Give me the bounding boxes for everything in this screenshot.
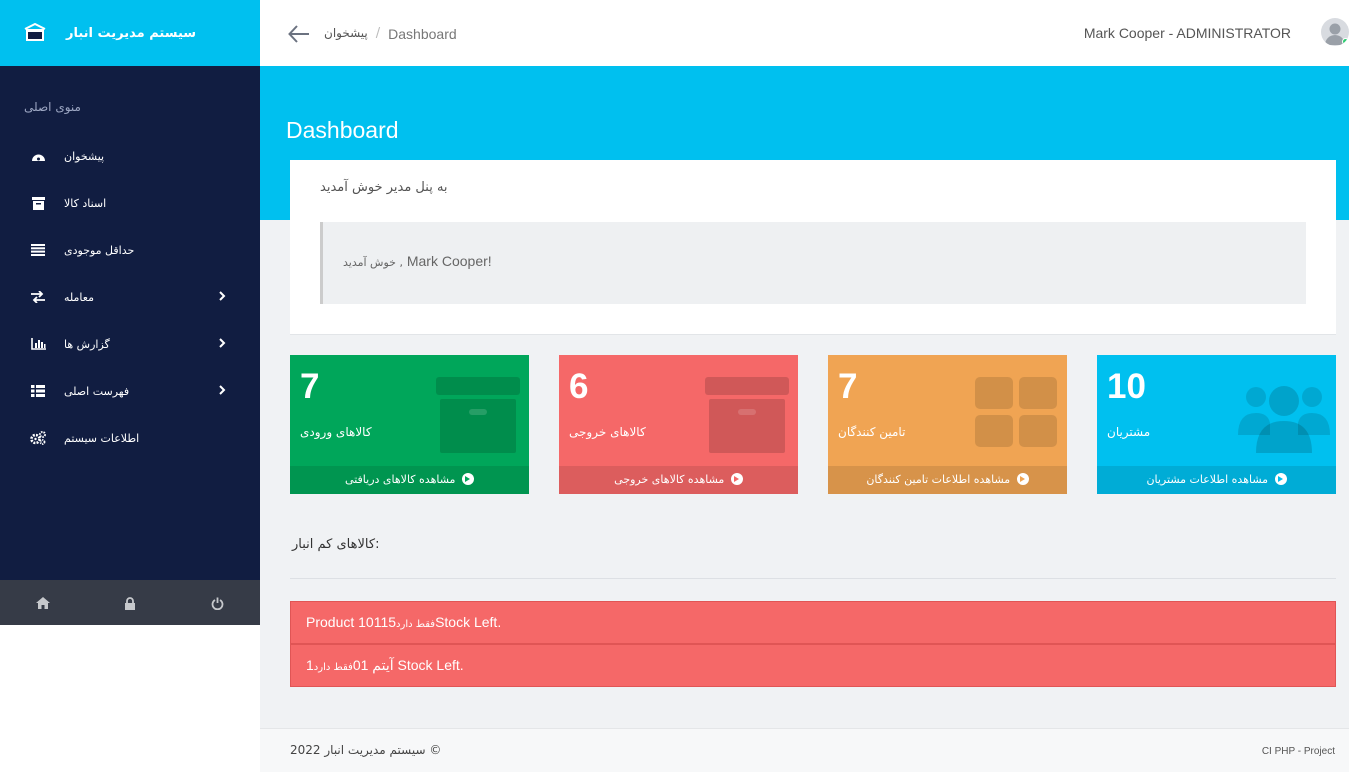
lock-icon[interactable] <box>120 593 140 613</box>
breadcrumb-current: Dashboard <box>388 26 457 42</box>
sidebar-item-transaction[interactable]: معامله <box>0 277 260 317</box>
sidebar-item-dashboard[interactable]: پیشخوان <box>0 136 260 176</box>
th-large-icon <box>969 375 1059 455</box>
stat-value: 10 <box>1107 367 1146 406</box>
stat-label: مشتریان <box>1107 425 1151 439</box>
welcome-callout: خوش آمدید , Mark Cooper! <box>320 222 1306 304</box>
warehouse-logo-icon <box>24 23 46 43</box>
chevron-right-icon <box>218 384 226 398</box>
bar-chart-icon <box>30 336 46 352</box>
stat-box-outgoing: 6 کالاهای خروجی مشاهده کالاهای خروجی <box>559 355 798 494</box>
welcome-card: به پنل مدیر خوش آمدید خوش آمدید , Mark C… <box>290 160 1336 335</box>
stat-more-link[interactable]: مشاهده اطلاعات تامین کنندگان <box>828 466 1067 494</box>
arrow-circle-icon <box>1016 473 1029 485</box>
user-name[interactable]: Mark Cooper - ADMINISTRATOR <box>1084 25 1291 41</box>
stat-value: 7 <box>838 367 858 406</box>
breadcrumb-separator: / <box>375 26 381 41</box>
menu-heading: منوی اصلی <box>24 100 81 114</box>
sidebar-item-label: گزارش ها <box>64 337 110 351</box>
sidebar-item-label: معامله <box>64 290 94 304</box>
cogs-icon <box>30 430 46 446</box>
avatar[interactable] <box>1321 18 1349 46</box>
stat-value: 7 <box>300 367 320 406</box>
stat-more-link[interactable]: مشاهده اطلاعات مشتریان <box>1097 466 1336 494</box>
sidebar-item-label: فهرست اصلی <box>64 384 130 398</box>
greeting-prefix: خوش آمدید , <box>343 256 403 269</box>
sidebar-item-documents[interactable]: اسناد کالا <box>0 183 260 223</box>
archive-icon <box>431 375 521 455</box>
power-icon[interactable] <box>207 593 227 613</box>
welcome-title: به پنل مدیر خوش آمدید <box>320 180 448 195</box>
exchange-icon <box>30 289 46 305</box>
brand-title[interactable]: سیستم مدیریت انبار <box>66 26 196 41</box>
page-title: Dashboard <box>286 117 399 143</box>
chevron-right-icon <box>218 337 226 351</box>
footer-project: CI PHP - Project <box>1261 746 1335 757</box>
sidebar-item-label: پیشخوان <box>64 149 105 163</box>
low-stock-title: کالاهای کم انبار: <box>292 537 380 552</box>
breadcrumb-home[interactable]: پیشخوان <box>324 26 368 42</box>
stat-label: کالاهای خروجی <box>569 425 646 439</box>
divider <box>290 578 1336 579</box>
stat-value: 6 <box>569 367 589 406</box>
alert-note: فقط دارد <box>396 619 436 630</box>
alert-product: آیتم 01 <box>352 657 394 673</box>
stat-label: تامین کنندگان <box>838 425 906 439</box>
back-arrow-icon[interactable] <box>288 24 310 44</box>
alert-suffix: Stock Left. <box>435 614 502 630</box>
top-navbar: پیشخوان / Dashboard Mark Cooper - ADMINI… <box>260 0 1349 66</box>
stat-box-suppliers: 7 تامین کنندگان مشاهده اطلاعات تامین کنن… <box>828 355 1067 494</box>
low-stock-alert: 1فقط داردآیتم 01 Stock Left. <box>290 644 1336 687</box>
chevron-right-icon <box>218 290 226 304</box>
sidebar-item-main-list[interactable]: فهرست اصلی <box>0 371 260 411</box>
dashboard-icon <box>30 148 46 164</box>
sidebar-item-label: اسناد کالا <box>64 196 107 210</box>
alert-suffix: Stock Left. <box>397 657 464 673</box>
stat-more-link[interactable]: مشاهده کالاهای خروجی <box>559 466 798 494</box>
archive-icon <box>30 195 46 211</box>
online-status-icon <box>1342 38 1349 45</box>
footer-copyright: سیستم مدیریت انبار 2022 © <box>290 743 442 757</box>
breadcrumb: پیشخوان / Dashboard <box>324 26 457 42</box>
sidebar: منوی اصلی پیشخوان اسناد کالا حداقل موجود… <box>0 66 260 580</box>
alert-product: Product 10115 <box>306 614 397 630</box>
list-icon <box>30 242 46 258</box>
stat-label: کالاهای ورودی <box>300 425 372 439</box>
stat-box-incoming: 7 کالاهای ورودی مشاهده کالاهای دریافتی <box>290 355 529 494</box>
arrow-circle-icon <box>1274 473 1287 485</box>
brand-bar: سیستم مدیریت انبار <box>0 0 260 66</box>
users-icon <box>1234 375 1334 455</box>
alert-note: فقط دارد <box>313 662 353 673</box>
archive-icon <box>700 375 790 455</box>
sidebar-item-reports[interactable]: گزارش ها <box>0 324 260 364</box>
sidebar-footer <box>0 580 260 625</box>
page-footer: سیستم مدیریت انبار 2022 © CI PHP - Proje… <box>260 728 1349 772</box>
sidebar-item-system-info[interactable]: اطلاعات سیستم <box>0 418 260 458</box>
low-stock-alert: Product 10115فقط داردStock Left. <box>290 601 1336 644</box>
sidebar-item-min-stock[interactable]: حداقل موجودی <box>0 230 260 270</box>
sidebar-item-label: اطلاعات سیستم <box>64 431 140 445</box>
welcome-greeting: خوش آمدید , Mark Cooper! <box>343 253 492 269</box>
th-list-icon <box>30 383 46 399</box>
alert-qty: 1 <box>306 657 314 673</box>
home-icon[interactable] <box>33 593 53 613</box>
greeting-name: Mark Cooper! <box>406 253 492 269</box>
arrow-circle-icon <box>730 473 743 485</box>
arrow-circle-icon <box>461 473 474 485</box>
stat-box-customers: 10 مشتریان مشاهده اطلاعات مشتریان <box>1097 355 1336 494</box>
stat-more-link[interactable]: مشاهده کالاهای دریافتی <box>290 466 529 494</box>
sidebar-item-label: حداقل موجودی <box>64 243 135 257</box>
